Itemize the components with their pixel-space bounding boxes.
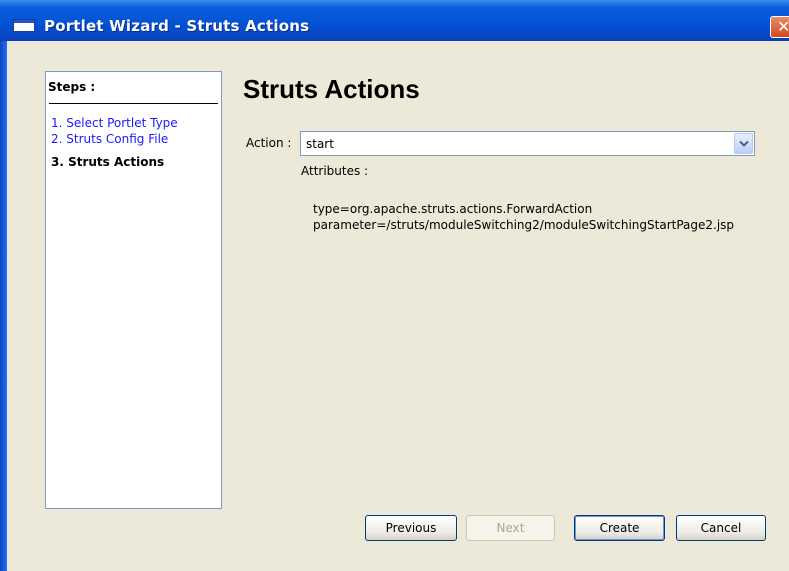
action-select[interactable]: start	[300, 131, 755, 156]
wizard-window: Portlet Wizard - Struts Actions ✕ Steps …	[0, 0, 789, 571]
step-select-portlet-type[interactable]: 1. Select Portlet Type	[51, 116, 178, 130]
attributes-label: Attributes :	[301, 164, 369, 178]
steps-title: Steps :	[48, 80, 96, 94]
title-bar[interactable]: Portlet Wizard - Struts Actions ✕	[0, 0, 789, 41]
app-window-icon	[13, 19, 35, 32]
create-button[interactable]: Create	[574, 515, 665, 541]
close-icon: ✕	[777, 17, 789, 36]
steps-panel: Steps : 1. Select Portlet Type 2. Struts…	[45, 71, 222, 509]
previous-button[interactable]: Previous	[365, 515, 457, 541]
window-title: Portlet Wizard - Struts Actions	[44, 17, 310, 35]
step-struts-config-file[interactable]: 2. Struts Config File	[51, 132, 168, 146]
close-button[interactable]: ✕	[770, 16, 789, 38]
attribute-parameter: parameter=/struts/moduleSwitching2/modul…	[313, 218, 735, 232]
next-button[interactable]: Next	[466, 515, 555, 541]
page-title: Struts Actions	[243, 74, 420, 104]
step-struts-actions: 3. Struts Actions	[51, 155, 165, 169]
steps-divider	[49, 103, 218, 104]
chevron-down-icon	[739, 140, 749, 147]
attribute-type: type=org.apache.struts.actions.ForwardAc…	[313, 202, 593, 216]
action-select-value: start	[306, 137, 334, 151]
cancel-button[interactable]: Cancel	[676, 515, 766, 541]
action-label: Action :	[246, 136, 292, 150]
dropdown-button[interactable]	[734, 133, 753, 154]
window-frame-left	[0, 41, 7, 571]
